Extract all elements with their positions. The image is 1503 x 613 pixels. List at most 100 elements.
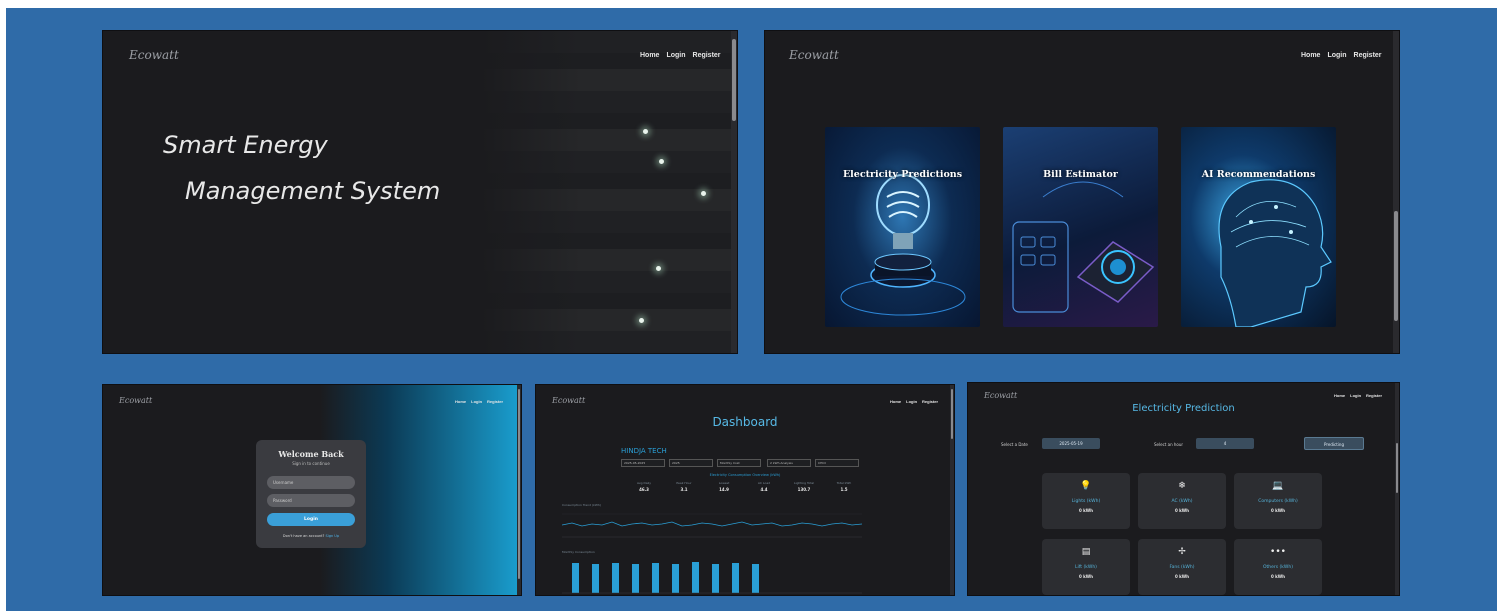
card-ai-recommendations[interactable]: AI Recommendations — [1181, 127, 1336, 327]
consumption-bar-chart — [562, 562, 862, 594]
light-dot — [643, 129, 648, 134]
nav-register[interactable]: Register — [1366, 393, 1382, 398]
laptop-icon: 💻 — [1272, 481, 1284, 491]
login-button[interactable]: Login — [267, 513, 355, 526]
card-bill-estimator[interactable]: Bill Estimator — [1003, 127, 1158, 327]
bar — [612, 563, 619, 593]
consumption-line-chart — [562, 513, 862, 538]
stat-card: Lighting Total 130.7 — [793, 481, 815, 492]
logo[interactable]: Ecowatt — [119, 396, 152, 405]
bar — [572, 563, 579, 593]
date-filter[interactable]: 2025-05-2025 — [621, 459, 665, 467]
bar — [732, 563, 739, 593]
date-input[interactable]: 2025-05-19 — [1042, 438, 1100, 449]
page-title: Dashboard — [712, 415, 778, 429]
stat-card: Lowest 14.9 — [718, 481, 730, 492]
login-card: Welcome Back Sign in to continue Usernam… — [256, 440, 366, 548]
card-title: AI Recommendations — [1201, 169, 1316, 180]
lightbulb-icon — [840, 174, 966, 316]
dashboard-screenshot: Ecowatt Home Login Register Dashboard HI… — [535, 384, 955, 596]
nav-home[interactable]: Home — [1334, 393, 1345, 398]
date-label: Select a Date — [1001, 442, 1028, 447]
metric-filter[interactable]: Monthly Cost — [717, 459, 761, 467]
scrollbar[interactable] — [731, 31, 737, 353]
stat-card: AC Load 4.4 — [757, 481, 771, 492]
nav-home[interactable]: Home — [640, 52, 659, 59]
hero-background-tiles — [481, 31, 731, 353]
nav-login[interactable]: Login — [666, 52, 685, 59]
nav-home[interactable]: Home — [1301, 52, 1320, 59]
appliance-card-computers: 💻 Computers (kWh) 0 kWh — [1234, 473, 1322, 529]
nav-login[interactable]: Login — [471, 399, 482, 404]
login-subtitle: Sign in to continue — [292, 461, 330, 466]
signup-prompt: Don't have an account? Sign Up — [256, 534, 366, 538]
bar — [752, 564, 759, 593]
lightbulb-icon: 💡 — [1080, 481, 1092, 491]
top-nav: Home Login Register — [890, 399, 938, 404]
bar-chart-title: Monthly Consumption — [562, 550, 595, 554]
scrollbar[interactable] — [1395, 383, 1399, 595]
bar — [672, 564, 679, 593]
card-title: Electricity Predictions — [842, 169, 963, 180]
login-screenshot: Ecowatt Home Login Register Welcome Back… — [102, 384, 522, 596]
bar — [692, 562, 699, 593]
ai-head-icon — [1218, 179, 1332, 327]
appliance-card-fans: ✢ Fans (kWh) 0 kWh — [1138, 539, 1226, 595]
card-electricity-predictions[interactable]: Electricity Predictions — [825, 127, 980, 327]
nav-home[interactable]: Home — [890, 399, 901, 404]
hour-label: Select an hour — [1154, 442, 1184, 447]
stat-card: Total kWh 1.5 — [836, 481, 852, 492]
extra-filter[interactable]: CHOI — [815, 459, 859, 467]
prediction-screenshot: Ecowatt Home Login Register Electricity … — [967, 382, 1400, 596]
top-nav: Home Login Register — [640, 52, 721, 59]
scrollbar[interactable] — [950, 385, 954, 595]
analysis-filter[interactable]: 2 kWh Analysis — [767, 459, 811, 467]
nav-register[interactable]: Register — [1354, 52, 1382, 59]
logo[interactable]: Ecowatt — [552, 396, 585, 405]
predict-button[interactable]: Predicting — [1304, 437, 1364, 450]
nav-home[interactable]: Home — [455, 399, 466, 404]
light-dot — [639, 318, 644, 323]
bar — [652, 563, 659, 593]
appliance-card-others: ••• Others (kWh) 0 kWh — [1234, 539, 1322, 595]
fan-icon: ✢ — [1178, 547, 1186, 557]
stat-card: Avg Daily 46.3 — [636, 481, 652, 492]
password-field[interactable]: Password — [267, 494, 355, 507]
scrollbar[interactable] — [517, 385, 521, 595]
nav-register[interactable]: Register — [487, 399, 503, 404]
line-chart-title: Consumption Trend (kWh) — [562, 503, 601, 507]
company-name: HINDJA TECH — [621, 447, 667, 455]
appliance-card-lift: ▤ Lift (kWh) 0 kWh — [1042, 539, 1130, 595]
signup-prompt-text: Don't have an account? — [282, 534, 325, 538]
nav-register[interactable]: Register — [693, 52, 721, 59]
bar — [592, 564, 599, 593]
features-screenshot: Ecowatt Home Login Register Electricity … — [764, 30, 1400, 354]
landing-screenshot: Ecowatt Home Login Register Smart Energy… — [102, 30, 738, 354]
scrollbar[interactable] — [1393, 31, 1399, 353]
top-nav: Home Login Register — [455, 399, 503, 404]
appliance-card-lights: 💡 Lights (kWh) 0 kWh — [1042, 473, 1130, 529]
nav-login[interactable]: Login — [906, 399, 917, 404]
bar — [712, 564, 719, 593]
hero-title-line-2: Management System — [185, 177, 441, 205]
page-title: Electricity Prediction — [1132, 403, 1235, 414]
signup-link[interactable]: Sign Up — [326, 534, 340, 538]
stat-card: Peak Hour 3.1 — [676, 481, 692, 492]
more-icon: ••• — [1270, 547, 1286, 557]
calculator-icon — [1012, 181, 1155, 313]
nav-login[interactable]: Login — [1350, 393, 1361, 398]
nav-login[interactable]: Login — [1327, 52, 1346, 59]
snowflake-icon: ❄ — [1178, 481, 1186, 491]
hero-title-line-1: Smart Energy — [163, 131, 328, 159]
logo[interactable]: Ecowatt — [129, 48, 179, 62]
nav-register[interactable]: Register — [922, 399, 938, 404]
elevator-icon: ▤ — [1081, 547, 1091, 557]
logo[interactable]: Ecowatt — [789, 48, 839, 62]
username-field[interactable]: Username — [267, 476, 355, 489]
year-filter[interactable]: 2025 — [669, 459, 713, 467]
light-dot — [659, 159, 664, 164]
light-dot — [701, 191, 706, 196]
top-nav: Home Login Register — [1334, 393, 1382, 398]
hour-input[interactable]: 4 — [1196, 438, 1254, 449]
logo[interactable]: Ecowatt — [984, 391, 1017, 400]
